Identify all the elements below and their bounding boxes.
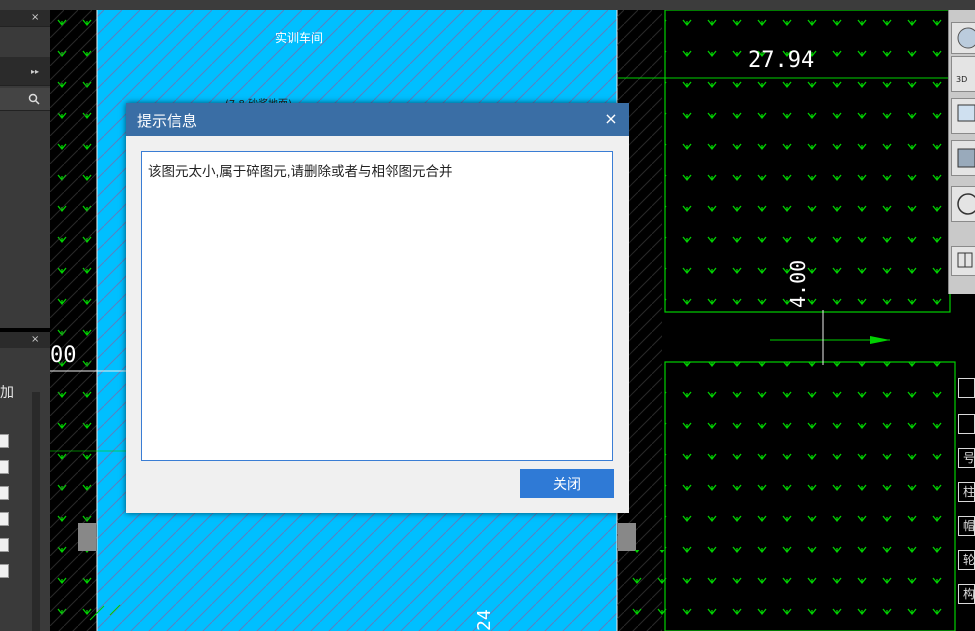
- dimension-label: 24: [474, 609, 495, 631]
- dimension-label: 4.00: [786, 260, 810, 308]
- close-button[interactable]: 关闭: [520, 469, 614, 498]
- dimension-label: 00: [50, 343, 77, 368]
- left-panel-bottom: × 加: [0, 332, 50, 631]
- right-tool-palette: 3D: [948, 10, 975, 294]
- checkbox[interactable]: [0, 486, 9, 500]
- dialog-title: 提示信息: [137, 113, 198, 130]
- left-panel-top: × ▸▸: [0, 10, 50, 328]
- grid-tool-button[interactable]: [951, 246, 975, 276]
- top-toolbar-strip: [0, 0, 975, 10]
- grass-block-bottom: [664, 361, 956, 631]
- 3d-view-button[interactable]: 3D: [951, 56, 975, 92]
- side-tag-box[interactable]: 轮: [958, 550, 975, 570]
- 3d-label: 3D: [956, 75, 968, 84]
- left-panel-2-close-icon[interactable]: ×: [31, 335, 39, 345]
- sphere-tool-button[interactable]: [951, 22, 975, 54]
- dialog-titlebar[interactable]: 提示信息 ×: [126, 103, 629, 136]
- checkbox[interactable]: [0, 460, 9, 474]
- message-text: 该图元太小,属于碎图元,请删除或者与相邻图元合并: [148, 164, 453, 179]
- left-panel-2-label: 加: [0, 385, 14, 401]
- left-panel-2-header: ×: [0, 332, 50, 348]
- column-block-right: [618, 523, 636, 551]
- left-panel-2-scrollbar[interactable]: [32, 392, 40, 631]
- left-panel-search-row[interactable]: [0, 88, 50, 111]
- expand-icon[interactable]: ▸▸: [31, 67, 39, 77]
- left-panel-close-icon[interactable]: ×: [31, 13, 39, 23]
- checkbox[interactable]: [0, 434, 9, 448]
- side-tag-box[interactable]: [958, 378, 975, 398]
- box-tool-button[interactable]: [951, 98, 975, 134]
- grass-block-corner: [628, 550, 665, 631]
- message-textarea[interactable]: 该图元太小,属于碎图元,请删除或者与相邻图元合并: [141, 151, 613, 461]
- hint-dialog: 提示信息 × 该图元太小,属于碎图元,请删除或者与相邻图元合并 关闭: [126, 103, 629, 513]
- side-tag-box[interactable]: 号: [958, 448, 975, 468]
- checkbox[interactable]: [0, 564, 9, 578]
- left-panel-header: ×: [0, 10, 50, 27]
- solid-tool-button[interactable]: [951, 140, 975, 176]
- close-icon[interactable]: ×: [601, 108, 621, 130]
- column-block-left: [78, 523, 96, 551]
- search-icon[interactable]: [28, 93, 40, 105]
- checkbox[interactable]: [0, 512, 9, 526]
- left-panel-expander-row[interactable]: ▸▸: [0, 57, 50, 86]
- side-tag-box[interactable]: [958, 414, 975, 434]
- side-tag-box[interactable]: 柱: [958, 482, 975, 502]
- side-tag-box[interactable]: 构: [958, 584, 975, 604]
- side-tag-box[interactable]: 帽: [958, 516, 975, 536]
- room-label: 实训车间: [275, 30, 323, 45]
- circle-tool-button[interactable]: [951, 186, 975, 222]
- checkbox[interactable]: [0, 538, 9, 552]
- dimension-label: 27.94: [748, 48, 814, 73]
